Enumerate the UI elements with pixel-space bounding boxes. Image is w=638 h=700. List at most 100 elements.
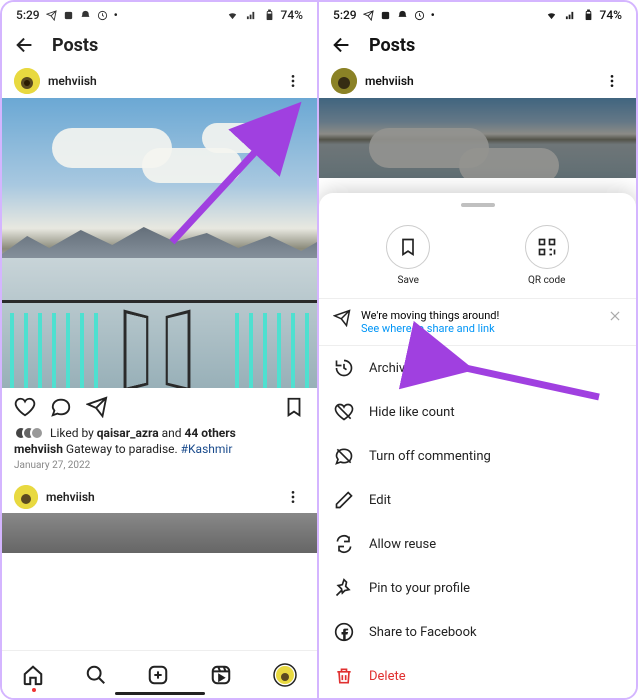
notice-text: We're moving things around! (361, 309, 598, 322)
send-icon (333, 309, 351, 327)
notice-link[interactable]: See where to share and link (361, 322, 598, 335)
edit-menuitem[interactable]: Edit (319, 478, 636, 522)
search-icon[interactable] (85, 664, 107, 686)
bottom-nav (2, 650, 317, 698)
menuitem-label: Allow reuse (369, 537, 436, 552)
nfc-icon (380, 10, 391, 21)
caption-text: Gateway to paradise. (63, 442, 181, 456)
post-image[interactable] (2, 98, 317, 388)
menuitem-label: Hide like count (369, 405, 455, 420)
close-icon[interactable] (608, 309, 622, 323)
back-arrow-icon[interactable] (331, 34, 353, 56)
share-to-facebook-menuitem[interactable]: Share to Facebook (319, 610, 636, 654)
menuitem-label: Pin to your profile (369, 581, 470, 596)
dnd-icon (397, 10, 408, 21)
status-time: 5:29 (333, 8, 357, 22)
status-bar: 5:29 • 74% (319, 2, 636, 26)
posts-header: Posts (319, 26, 636, 64)
screen-options-sheet: 5:29 • 74% Posts mehviish (319, 2, 636, 698)
status-battery-pct: 74% (600, 8, 622, 22)
posts-header: Posts (2, 26, 317, 64)
post-author-row: mehviish (2, 64, 317, 98)
archive-icon (333, 358, 355, 378)
page-title: Posts (52, 35, 98, 56)
clock-icon (97, 10, 108, 21)
more-options-icon[interactable] (281, 489, 305, 505)
post2-username[interactable]: mehviish (46, 490, 273, 504)
post-username[interactable]: mehviish (48, 74, 273, 88)
telegram-icon (46, 10, 57, 21)
liked-by-and: and (159, 426, 185, 440)
menuitem-label: Edit (369, 493, 391, 508)
post2-image[interactable] (2, 513, 317, 553)
battery-icon (264, 8, 275, 22)
menuitem-label: Delete (369, 669, 406, 684)
delete-menuitem[interactable]: Delete (319, 654, 636, 698)
post-username[interactable]: mehviish (365, 74, 592, 88)
facebook-icon (333, 622, 355, 642)
archive-menuitem[interactable]: Archive (319, 346, 636, 390)
wifi-icon (226, 10, 239, 21)
share-icon[interactable] (86, 396, 108, 418)
dnd-icon (80, 10, 91, 21)
menuitem-label: Turn off commenting (369, 449, 491, 464)
caption-hashtag[interactable]: #Kashmir (181, 442, 233, 456)
post2-author-row: mehviish (2, 481, 317, 513)
comment-icon[interactable] (50, 396, 72, 418)
more-options-icon[interactable] (600, 73, 624, 89)
avatar[interactable] (14, 485, 38, 509)
bookmark-icon (398, 237, 418, 257)
notification-dot-icon (32, 688, 36, 692)
menuitem-label: Archive (369, 361, 412, 376)
hide-like-icon (333, 402, 355, 422)
reuse-icon (333, 534, 355, 554)
signal-icon (245, 10, 258, 21)
profile-avatar-icon[interactable] (273, 663, 297, 687)
save-label: Save (398, 275, 419, 286)
allow-reuse-menuitem[interactable]: Allow reuse (319, 522, 636, 566)
turn-off-commenting-menuitem[interactable]: Turn off commenting (319, 434, 636, 478)
qr-code-icon (537, 237, 557, 257)
post-image (319, 98, 636, 178)
telegram-icon (363, 10, 374, 21)
wifi-icon (545, 10, 558, 21)
caption-username: mehviish (14, 442, 63, 456)
page-title: Posts (369, 35, 415, 56)
options-bottom-sheet: Save QR code We're moving things around!… (319, 193, 636, 698)
save-button[interactable]: Save (386, 225, 430, 286)
gesture-bar (115, 692, 205, 695)
avatar[interactable] (331, 68, 357, 94)
comment-off-icon (333, 446, 355, 466)
status-battery-pct: 74% (281, 8, 303, 22)
sheet-handle[interactable] (461, 203, 495, 207)
nfc-icon (63, 10, 74, 21)
post-caption: mehviish Gateway to paradise. #Kashmir (2, 440, 317, 458)
moving-things-notice[interactable]: We're moving things around! See where to… (319, 299, 636, 346)
hide-like-count-menuitem[interactable]: Hide like count (319, 390, 636, 434)
add-post-icon[interactable] (147, 664, 169, 686)
battery-icon (583, 8, 594, 22)
avatar[interactable] (14, 68, 40, 94)
home-icon[interactable] (22, 664, 44, 686)
signal-icon (564, 10, 577, 21)
reels-icon[interactable] (210, 664, 232, 686)
menuitem-label: Share to Facebook (369, 625, 477, 640)
qr-code-button[interactable]: QR code (525, 225, 569, 286)
screen-posts: 5:29 • 74% Posts mehviish (2, 2, 319, 698)
status-bar: 5:29 • 74% (2, 2, 317, 26)
pin-icon (333, 578, 355, 598)
clock-icon (414, 10, 425, 21)
edit-icon (333, 490, 355, 510)
bookmark-icon[interactable] (283, 396, 305, 418)
like-icon[interactable] (14, 396, 36, 418)
liked-by-user: qaisar_azra (97, 426, 159, 440)
post-author-row: mehviish (319, 64, 636, 98)
delete-icon (333, 666, 355, 686)
liked-by-others: 44 others (185, 426, 236, 440)
post-actions (2, 388, 317, 426)
likes-row[interactable]: Liked by qaisar_azra and 44 others (2, 426, 317, 440)
back-arrow-icon[interactable] (14, 34, 36, 56)
more-options-icon[interactable] (281, 73, 305, 89)
liked-by-prefix: Liked by (50, 426, 97, 440)
pin-to-profile-menuitem[interactable]: Pin to your profile (319, 566, 636, 610)
